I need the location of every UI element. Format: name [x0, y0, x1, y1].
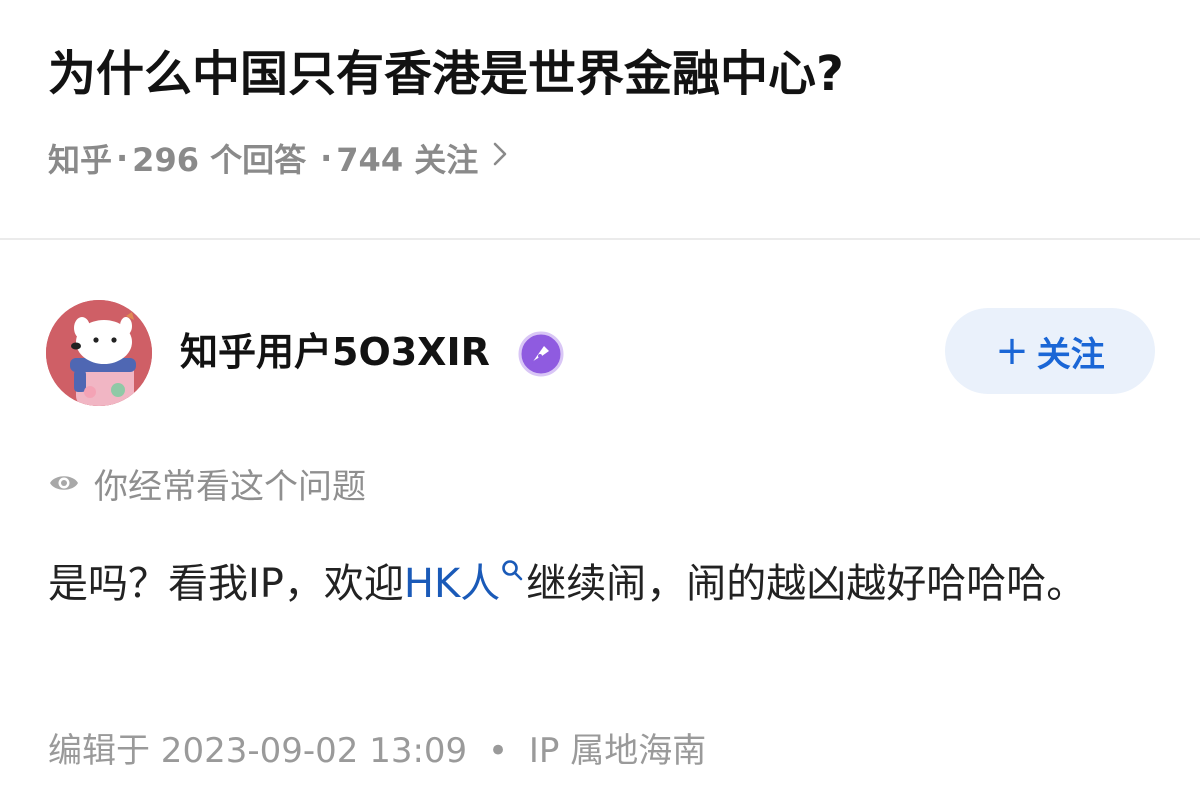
chevron-right-icon[interactable] [492, 140, 508, 176]
avatar[interactable] [46, 300, 152, 406]
often-viewed-text: 你经常看这个问题 [94, 466, 366, 507]
author-row: 知乎用户5O3XIR + 关注 [0, 296, 1200, 408]
eye-icon [50, 476, 78, 490]
answer-text-part: 是吗？看我IP，欢迎 [48, 561, 404, 607]
avatar-illustration [46, 300, 152, 406]
answer-count: 296 个回答 [132, 141, 307, 179]
search-icon [502, 560, 523, 581]
edit-timestamp: 编辑于 2023-09-02 13:09 [48, 731, 468, 771]
author-name[interactable]: 知乎用户5O3XIR [180, 326, 490, 378]
often-viewed-hint: 你经常看这个问题 [48, 458, 366, 508]
follow-button[interactable]: + 关注 [945, 308, 1155, 394]
follow-button-label: 关注 [1036, 334, 1105, 375]
edit-info: 编辑于 2023-09-02 13:09 • IP 属地海南 [48, 726, 706, 776]
follower-count: 744 关注 [336, 141, 479, 179]
meta-separator: · [320, 139, 333, 177]
ip-location: IP 属地海南 [528, 731, 707, 771]
meta-separator: · [116, 139, 129, 177]
answer-text-part: 继续闹，闹的越凶越好哈哈哈。 [526, 561, 1087, 607]
question-title[interactable]: 为什么中国只有香港是世界金融中心? [48, 38, 844, 110]
question-header: 为什么中国只有香港是世界金融中心? 知乎 · 296 个回答 · 744 关注 [0, 0, 1200, 240]
keyword-link-text: HK人 [403, 561, 501, 607]
chevron-right-icon-graphic [493, 142, 507, 166]
creator-badge-icon[interactable] [518, 331, 564, 377]
source-label: 知乎 [48, 141, 113, 179]
footer-dot: • [488, 731, 509, 771]
question-meta[interactable]: 知乎 · 296 个回答 · 744 关注 [48, 134, 508, 182]
answer-content[interactable]: 是吗？看我IP，欢迎HK人 继续闹，闹的越凶越好哈哈哈。 [48, 546, 1158, 622]
keyword-search-link[interactable]: HK人 [403, 560, 526, 607]
plus-icon: + [995, 328, 1029, 374]
